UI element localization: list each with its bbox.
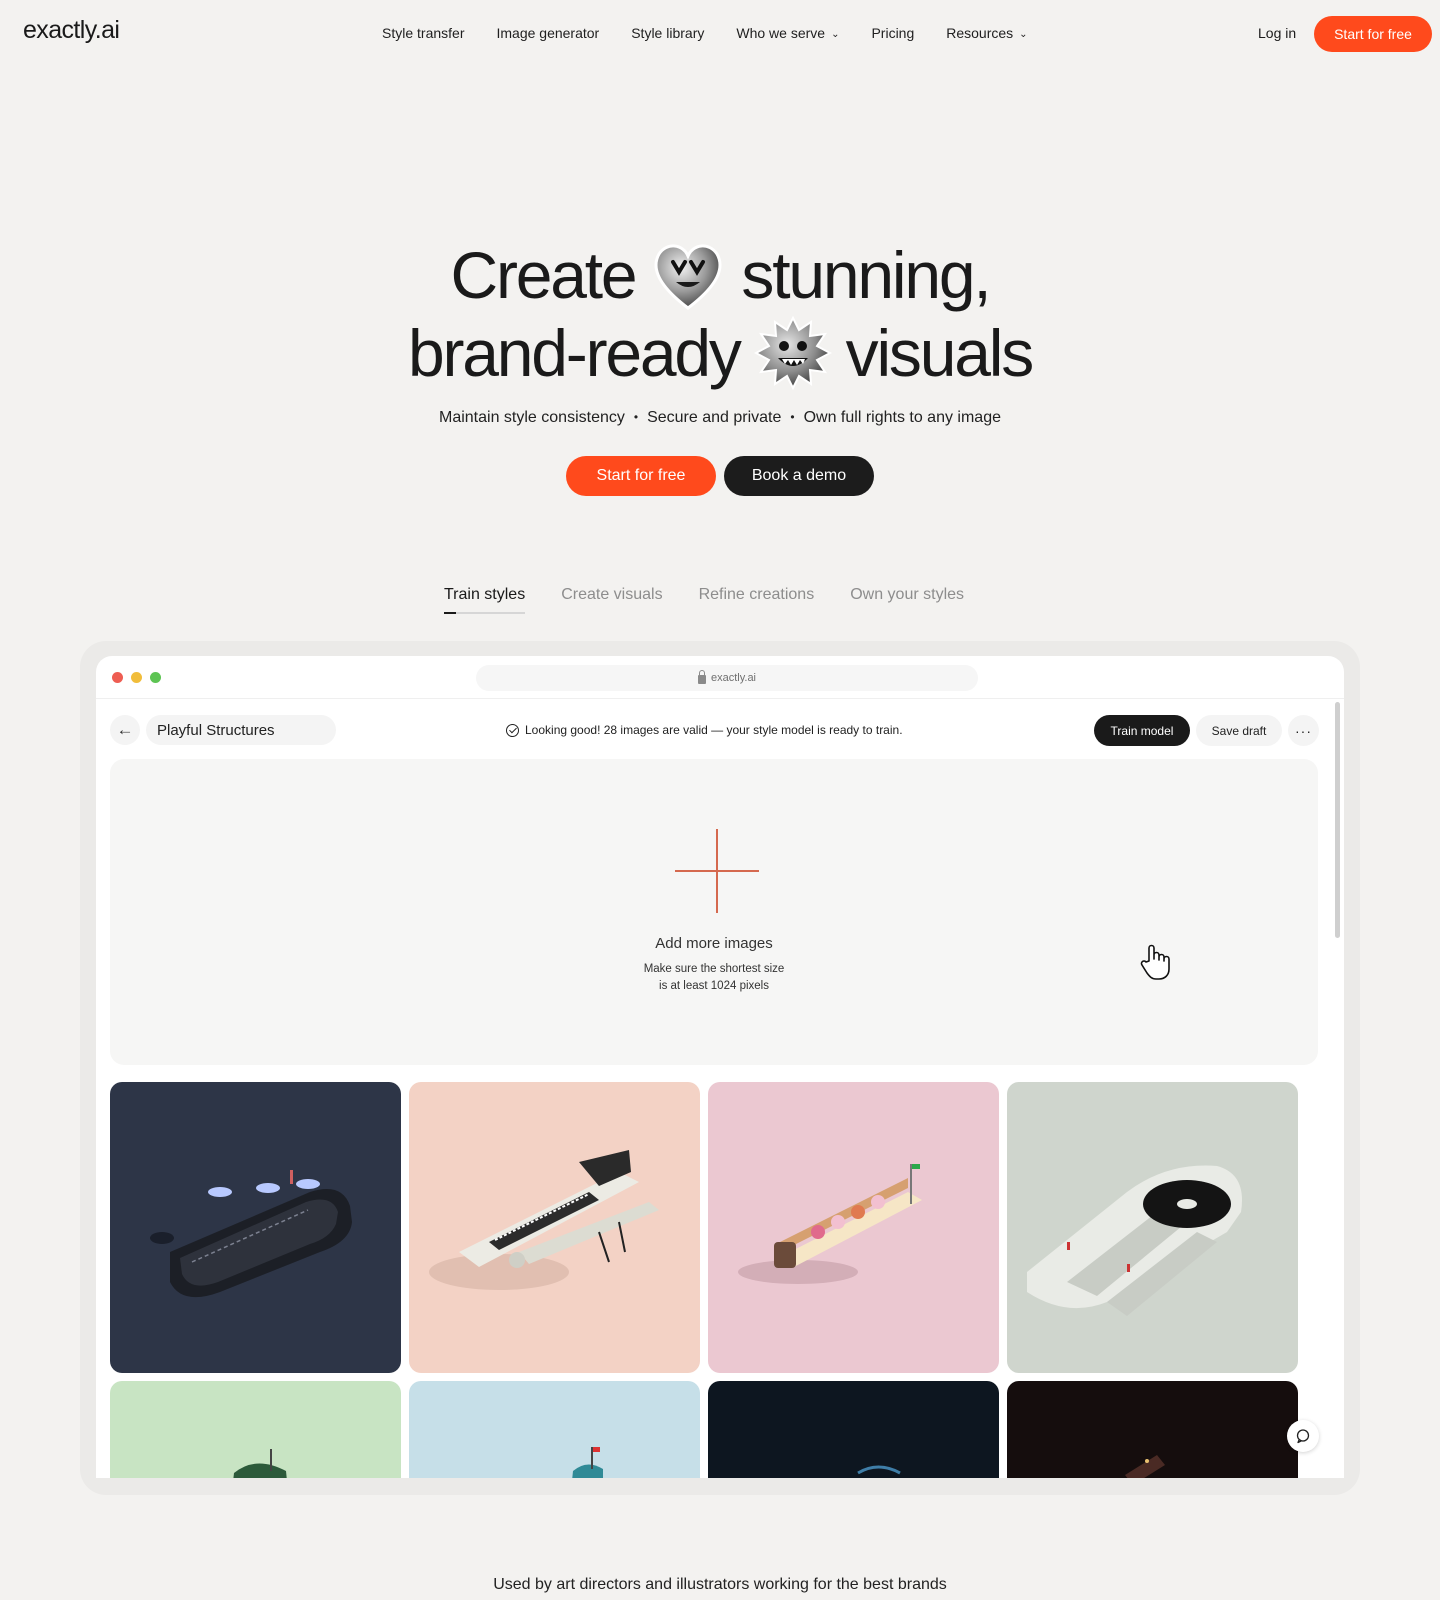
nav-link-image-generator[interactable]: Image generator (496, 25, 599, 41)
hero-buttons: Start for free Book a demo (566, 456, 874, 496)
bullet-separator: • (633, 410, 639, 424)
maximize-dot-icon (150, 672, 161, 683)
nav-link-label: Resources (946, 25, 1014, 41)
hero-features: Maintain style consistency • Secure and pr… (0, 409, 1440, 427)
image-tile[interactable] (409, 1381, 700, 1478)
chat-bubble-icon (1296, 1429, 1310, 1444)
feature-text: Own full rights to any image (803, 409, 1001, 426)
tab-own-your-styles[interactable]: Own your styles (850, 586, 964, 614)
close-dot-icon (112, 672, 123, 683)
chat-button[interactable] (1287, 1420, 1319, 1452)
hero-title-word: stunning, (741, 238, 991, 312)
nav-link-resources[interactable]: Resources ⌄ (946, 25, 1027, 41)
scrollbar[interactable] (1335, 702, 1340, 938)
image-tile[interactable] (1007, 1082, 1298, 1373)
back-button[interactable]: ← (110, 715, 140, 745)
nav-links: Style transfer Image generator Style lib… (382, 25, 1060, 41)
image-tile[interactable] (1007, 1381, 1298, 1478)
status-text: Looking good! 28 images are valid — your… (525, 723, 903, 737)
turntable-scene-image (1007, 1082, 1298, 1373)
plus-icon (675, 829, 759, 913)
green-scene-image (110, 1381, 401, 1478)
arrow-left-icon: ← (116, 720, 134, 739)
save-draft-button[interactable]: Save draft (1196, 715, 1282, 746)
nav-link-style-transfer[interactable]: Style transfer (382, 25, 464, 41)
image-tile[interactable] (708, 1381, 999, 1478)
validation-status: Looking good! 28 images are valid — your… (506, 723, 903, 737)
lock-icon (697, 669, 706, 684)
night-red-scene-image (1007, 1381, 1298, 1478)
chevron-down-icon: ⌄ (1019, 28, 1028, 40)
more-options-button[interactable]: ··· (1288, 715, 1319, 746)
logo[interactable]: exactly.ai (23, 16, 120, 45)
tab-train-styles[interactable]: Train styles (444, 586, 526, 614)
nav-link-label: Style transfer (382, 25, 465, 41)
check-circle-icon (506, 723, 519, 737)
image-tile[interactable] (110, 1082, 401, 1373)
login-link[interactable]: Log in (1258, 25, 1296, 41)
browser-titlebar: exactly.ai (96, 656, 1344, 699)
hand-cursor-icon (1140, 944, 1170, 980)
project-name-field[interactable]: Playful Structures (146, 715, 336, 745)
nav-link-style-library[interactable]: Style library (631, 25, 704, 41)
image-tile[interactable] (708, 1082, 999, 1373)
tab-refine-creations[interactable]: Refine creations (699, 586, 815, 614)
heart-sticker-icon (649, 236, 727, 314)
image-dropzone[interactable]: Add more images Make sure the shortest s… (110, 759, 1318, 1065)
hero-title-word: Create (450, 238, 638, 312)
track-scene-image (110, 1082, 401, 1373)
hero-title-word: brand-ready (407, 316, 742, 390)
tab-create-visuals[interactable]: Create visuals (561, 586, 662, 614)
address-bar[interactable]: exactly.ai (476, 665, 978, 691)
blue-scene-image (409, 1381, 700, 1478)
app-toolbar: ← Playful Structures Looking good! 28 im… (96, 700, 1344, 758)
keytar-scene-image (409, 1082, 700, 1373)
app-window: exactly.ai ← Playful Structures Looking … (96, 656, 1344, 1478)
dessert-bar-scene-image (708, 1082, 999, 1373)
hero-title: Create stunning, brand-ready visuals (0, 236, 1440, 392)
feature-text: Secure and private (647, 409, 782, 426)
nav-link-label: Who we serve (736, 25, 826, 41)
train-model-button[interactable]: Train model (1094, 715, 1190, 746)
nav-link-pricing[interactable]: Pricing (871, 25, 914, 41)
image-tile[interactable] (110, 1381, 401, 1478)
night-blue-scene-image (708, 1381, 999, 1478)
url-text: exactly.ai (710, 672, 757, 684)
nav-link-who-we-serve[interactable]: Who we serve ⌄ (736, 25, 839, 41)
feature-text: Maintain style consistency (439, 409, 625, 426)
chevron-down-icon: ⌄ (831, 28, 840, 40)
nav-start-free-button[interactable]: Start for free (1314, 16, 1432, 52)
nav-link-label: Pricing (871, 25, 915, 41)
feature-tabs: Train styles Create visuals Refine creat… (444, 586, 964, 614)
nav-link-label: Image generator (496, 25, 600, 41)
start-free-button[interactable]: Start for free (566, 456, 716, 496)
social-proof-tagline: Used by art directors and illustrators w… (493, 1576, 947, 1593)
bullet-separator: • (790, 410, 795, 424)
top-nav: exactly.ai Style transfer Image generato… (0, 0, 1440, 68)
minimize-dot-icon (131, 672, 142, 683)
book-demo-button[interactable]: Book a demo (724, 456, 874, 496)
hero-title-word: visuals (845, 316, 1035, 390)
nav-link-label: Style library (631, 25, 705, 41)
monster-sticker-icon (753, 314, 832, 392)
image-tile[interactable] (409, 1082, 700, 1373)
